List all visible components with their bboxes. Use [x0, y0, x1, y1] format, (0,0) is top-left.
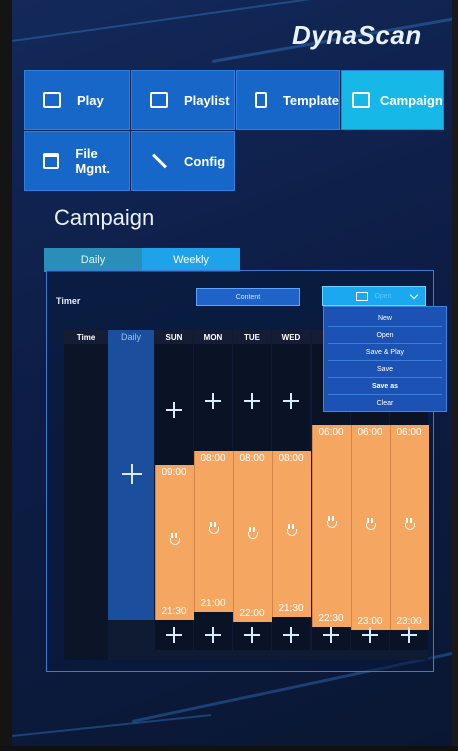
plug-icon: [364, 518, 376, 532]
playlist-icon: [150, 92, 168, 108]
slot-start-time: 09:00: [161, 467, 187, 478]
slot-start-time: 08:00: [200, 453, 226, 464]
slot-start-time: 06:00: [318, 427, 344, 438]
chevron-down-icon: [409, 290, 419, 300]
decor-stripe: [12, 0, 330, 42]
add-slot-icon[interactable]: [166, 627, 182, 643]
header-daily: Daily: [120, 332, 141, 342]
nav-label: Play: [77, 92, 104, 108]
menu-item-new[interactable]: New: [328, 310, 442, 327]
add-slot-icon[interactable]: [244, 393, 260, 409]
header-day: WED: [272, 330, 310, 344]
tab-weekly[interactable]: Weekly: [142, 248, 240, 272]
header-day: MON: [194, 330, 232, 344]
plug-icon: [325, 516, 337, 530]
add-slot-icon[interactable]: [166, 402, 182, 418]
plug-icon: [403, 518, 415, 532]
header-time: Time: [64, 330, 108, 344]
menu-item-save-play[interactable]: Save & Play: [328, 344, 442, 361]
slot-end-time: 21:00: [200, 598, 226, 609]
nav-label: Playlist: [184, 92, 230, 108]
screen-bezel-left: [0, 0, 12, 751]
plug-icon: [285, 524, 297, 538]
menu-item-save-as[interactable]: Save as: [328, 378, 442, 395]
page-title: Campaign: [54, 205, 155, 230]
add-daily-slot-icon[interactable]: [122, 464, 142, 484]
add-slot-icon[interactable]: [244, 627, 260, 643]
slot-start-time: 08:00: [239, 453, 265, 464]
slot-end-time: 21:30: [161, 606, 187, 617]
decor-stripe: [12, 714, 212, 737]
template-icon: [255, 92, 267, 108]
campaign-icon: [352, 92, 370, 108]
menu-item-save[interactable]: Save: [328, 361, 442, 378]
file-menu: New Open Save & Play Save Save as Clear: [323, 306, 447, 412]
nav-playlist[interactable]: Playlist: [131, 70, 235, 130]
nav-template[interactable]: Template: [236, 70, 340, 130]
add-slot-icon[interactable]: [283, 627, 299, 643]
folder-icon: [356, 291, 369, 301]
screen-bezel-bottom: [0, 746, 458, 751]
nav-config[interactable]: Config: [131, 131, 235, 191]
content-button[interactable]: Content: [196, 288, 300, 306]
add-slot-icon[interactable]: [401, 627, 417, 643]
menu-item-open[interactable]: Open: [328, 327, 442, 344]
header-day: SUN: [155, 330, 193, 344]
slot-start-time: 06:00: [396, 427, 422, 438]
tab-daily[interactable]: Daily: [44, 248, 142, 272]
add-slot-icon[interactable]: [205, 627, 221, 643]
screen-bezel-right: [452, 0, 458, 751]
nav-campaign[interactable]: Campaign: [341, 70, 444, 130]
wrench-icon: [150, 152, 168, 170]
slot-start-time: 08:00: [278, 453, 304, 464]
timer-label: Timer: [56, 296, 81, 306]
nav-label: File Mgnt.: [75, 146, 111, 176]
menu-item-clear[interactable]: Clear: [328, 395, 442, 411]
header-day: TUE: [233, 330, 271, 344]
plug-icon: [246, 527, 258, 541]
add-slot-icon[interactable]: [283, 393, 299, 409]
slot-end-time: 23:00: [396, 616, 422, 627]
nav-play[interactable]: Play: [24, 70, 130, 130]
folder-icon: [43, 153, 60, 169]
slot-end-time: 22:00: [239, 608, 265, 619]
time-column: [64, 330, 108, 660]
slot-end-time: 22:30: [318, 613, 344, 624]
plug-icon: [168, 533, 180, 547]
add-slot-icon[interactable]: [323, 627, 339, 643]
nav-label: Campaign: [380, 92, 443, 108]
plug-icon: [207, 522, 219, 536]
open-button-label: Open: [374, 292, 392, 300]
add-slot-icon[interactable]: [362, 627, 378, 643]
nav-file-mgnt[interactable]: File Mgnt.: [24, 131, 130, 191]
nav-label: Config: [184, 153, 226, 169]
brand-logo: DynaScan: [292, 20, 422, 50]
slot-end-time: 21:30: [278, 603, 304, 614]
play-icon: [43, 92, 61, 108]
nav-label: Template: [282, 92, 339, 108]
add-slot-icon[interactable]: [205, 393, 221, 409]
slot-start-time: 06:00: [357, 427, 383, 438]
open-dropdown-button[interactable]: Open: [322, 286, 426, 306]
slot-end-time: 23:00: [357, 616, 383, 627]
